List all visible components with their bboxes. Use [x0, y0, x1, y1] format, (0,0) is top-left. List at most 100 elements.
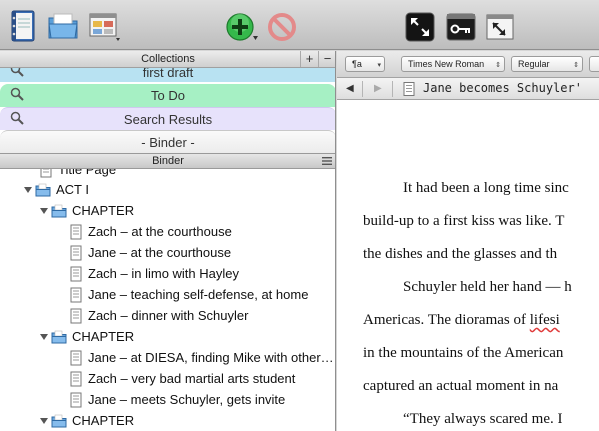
folder-icon [51, 414, 67, 428]
chevron-updown-icon: ⇕ [573, 62, 579, 69]
editor-header-bar: ◀ ▶ Jane becomes Schuyler' [337, 78, 599, 100]
paragraph-style-popup[interactable]: ¶a ▾ [345, 56, 385, 72]
text-line: build-up to a first kiss was like. T [363, 213, 565, 229]
document-icon [70, 350, 82, 366]
misspelled-word[interactable]: lifesi [530, 312, 560, 328]
binder-item-chapter[interactable]: CHAPTER [0, 326, 335, 347]
text-line: the dishes and the glasses and th [363, 246, 558, 262]
collection-tab-search-results[interactable]: Search Results [0, 107, 335, 130]
binder-item-document[interactable]: Zach – in limo with Hayley [0, 263, 335, 284]
font-size-popup[interactable] [589, 56, 599, 72]
binder-item-label: ACT I [56, 182, 89, 197]
binder-item-label: Zach – dinner with Schuyler [88, 308, 249, 323]
binder-header: Binder [0, 153, 335, 169]
text-line: “They always scared me. I [403, 411, 563, 427]
binder-item-label: CHAPTER [72, 413, 135, 428]
binder-item-document[interactable]: Jane – meets Schuyler, gets invite [0, 389, 335, 410]
binder-item-document[interactable]: Jane – at the courthouse [0, 242, 335, 263]
document-icon [40, 169, 52, 178]
paragraph-style-value: ¶a [352, 59, 362, 69]
document-icon [70, 287, 82, 303]
font-style-popup[interactable]: Regular ⇕ [511, 56, 583, 72]
binder-item-chapter[interactable]: CHAPTER [0, 200, 335, 221]
disclosure-triangle-icon[interactable] [23, 185, 33, 195]
search-icon [10, 111, 24, 125]
forward-arrow-icon[interactable]: ▶ [374, 83, 382, 94]
collection-tab-label: To Do [151, 88, 185, 103]
format-bar: ¶a ▾ Times New Roman ⇕ Regular ⇕ [337, 51, 599, 78]
document-icon [70, 224, 82, 240]
text-line: Schuyler held her hand — h [403, 279, 572, 295]
folder-icon [35, 183, 51, 197]
binder-item-label: Zach – in limo with Hayley [88, 266, 239, 281]
binder-item-chapter[interactable]: CHAPTER [0, 410, 335, 431]
search-icon [10, 68, 24, 77]
binder-item-label: CHAPTER [72, 329, 135, 344]
binder-item-label: Zach – at the courthouse [88, 224, 232, 239]
search-icon [10, 87, 24, 101]
chevron-down-icon: ▾ [377, 62, 381, 69]
add-collection-button[interactable]: + [300, 51, 318, 67]
collection-tab-first-draft[interactable]: first draft [0, 68, 335, 82]
divider [362, 81, 363, 97]
document-title[interactable]: Jane becomes Schuyler' [423, 81, 582, 95]
font-style-value: Regular [518, 59, 550, 69]
binder-item-label: Zach – very bad martial arts student [88, 371, 296, 386]
corkboard-icon[interactable] [89, 12, 121, 42]
fullscreen-icon[interactable] [405, 12, 435, 42]
document-icon [70, 392, 82, 408]
text-line: It had been a long time sinc [403, 180, 569, 196]
disclosure-triangle-icon[interactable] [39, 206, 49, 216]
editor-panel: ¶a ▾ Times New Roman ⇕ Regular ⇕ ◀ ▶ Jan… [337, 51, 599, 431]
document-icon [70, 266, 82, 282]
divider [392, 81, 393, 97]
menu-icon[interactable] [322, 157, 332, 165]
disclosure-triangle-icon[interactable] [39, 332, 49, 342]
collection-tab-label: Search Results [123, 112, 213, 127]
add-icon[interactable] [225, 12, 259, 42]
binder-item-label: CHAPTER [72, 203, 135, 218]
document-icon [403, 82, 415, 96]
delete-icon[interactable] [267, 12, 297, 42]
folder-icon [51, 204, 67, 218]
binder-title: Binder [152, 155, 184, 167]
binder-item-document[interactable]: Zach – very bad martial arts student [0, 368, 335, 389]
binder-item-document[interactable]: Zach – at the courthouse [0, 221, 335, 242]
keywords-icon[interactable] [446, 12, 476, 42]
chevron-updown-icon: ⇕ [495, 62, 501, 69]
binder-outline: Title Page ACT I CHAPTER Zach – at the c… [0, 169, 335, 431]
back-arrow-icon[interactable]: ◀ [346, 83, 354, 94]
binder-item-document[interactable]: Jane – at DIESA, finding Mike with other… [0, 347, 335, 368]
binder-item-document[interactable]: Jane – teaching self-defense, at home [0, 284, 335, 305]
font-family-popup[interactable]: Times New Roman ⇕ [401, 56, 505, 72]
remove-collection-button[interactable]: − [318, 51, 335, 67]
collection-tab-label: - Binder - [141, 135, 195, 150]
collection-tab-binder[interactable]: - Binder - [0, 130, 335, 153]
font-family-value: Times New Roman [408, 59, 485, 69]
text-line: in the mountains of the American [363, 345, 564, 361]
collection-tab-to-do[interactable]: To Do [0, 84, 335, 107]
binder-item-act-i[interactable]: ACT I [0, 179, 335, 200]
collections-header: Collections + − [0, 51, 335, 68]
collections-title: Collections [141, 53, 195, 65]
inspector-icon[interactable] [485, 12, 515, 42]
binder-item-label: Jane – teaching self-defense, at home [88, 287, 309, 302]
text-editor[interactable]: It had been a long time sinc build-up to… [337, 101, 599, 431]
toolbar [0, 0, 599, 50]
folder-icon [51, 330, 67, 344]
disclosure-triangle-icon[interactable] [39, 416, 49, 426]
binder-item-label: Jane – meets Schuyler, gets invite [88, 392, 286, 407]
binder-item-document[interactable]: Zach – dinner with Schuyler [0, 305, 335, 326]
binder-item-label: Jane – at the courthouse [88, 245, 232, 260]
binder-item-label: Jane – at DIESA, finding Mike with other… [88, 350, 334, 365]
document-icon [70, 308, 82, 324]
binder-panel: Collections + − first draft To Do Search… [0, 51, 336, 431]
folder-icon[interactable] [47, 12, 79, 40]
text-run: Americas. The dioramas of [363, 312, 530, 328]
text-line: captured an actual moment in na [363, 378, 559, 394]
document-icon [70, 245, 82, 261]
text-line: Americas. The dioramas of lifesi [363, 312, 560, 329]
collection-tab-label: first draft [142, 68, 194, 80]
binder-icon[interactable] [9, 10, 37, 42]
document-icon [70, 371, 82, 387]
